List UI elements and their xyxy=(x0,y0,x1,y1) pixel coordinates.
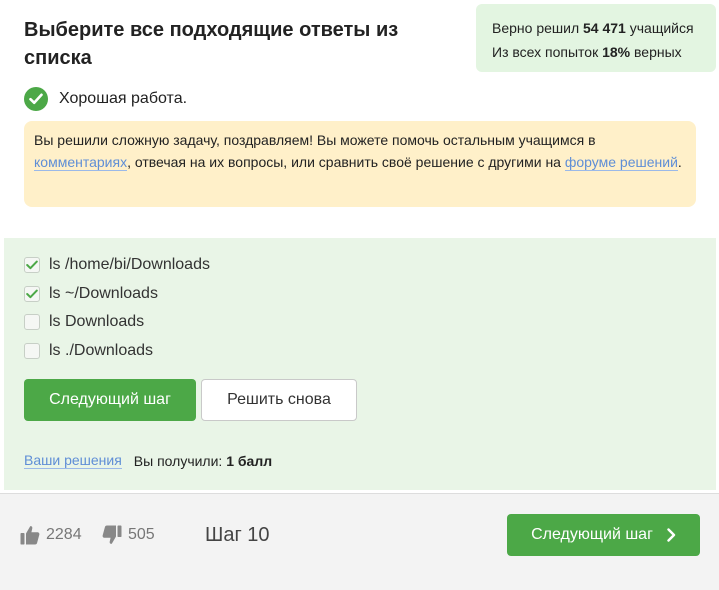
notice-text-1: Вы решили сложную задачу, поздравляем! В… xyxy=(34,132,596,148)
answer-option[interactable]: ls ./Downloads xyxy=(24,341,153,361)
stats-percent-prefix: Из всех попыток xyxy=(492,44,599,60)
your-solutions-link[interactable]: Ваши решения xyxy=(24,452,122,469)
option-label: ls Downloads xyxy=(49,313,145,330)
score-prefix: Вы получили: xyxy=(133,452,223,469)
thumbs-up-icon xyxy=(20,526,40,545)
thumbs-down-icon xyxy=(102,525,122,544)
likes-count: 2284 xyxy=(46,526,82,543)
checkmark-icon xyxy=(26,289,38,299)
step-footer: 2284 505 Шаг 10 Следующий шаг xyxy=(0,493,719,590)
solutions-row: Ваши решения Вы получили: 1 балл xyxy=(24,452,272,469)
option-label: ls ~/Downloads xyxy=(49,285,158,302)
stats-solved-count: 54 471 xyxy=(583,20,626,36)
footer-next-step-label: Следующий шаг xyxy=(531,526,653,543)
dislike-button[interactable]: 505 xyxy=(102,525,155,545)
stats-solved-prefix: Верно решил xyxy=(492,20,580,36)
answers-panel: ls /home/bi/Downloads ls ~/Downloads ls … xyxy=(4,238,716,490)
score-info: Вы получили: 1 балл xyxy=(134,453,272,469)
notice-text-3: . xyxy=(677,154,682,170)
result-message: Хорошая работа. xyxy=(24,86,187,112)
stats-percent-line: Из всех попыток 18% верных xyxy=(492,40,716,64)
option-checkbox[interactable] xyxy=(24,314,40,330)
option-checkbox[interactable] xyxy=(24,286,40,302)
option-checkbox[interactable] xyxy=(24,257,40,273)
retry-button[interactable]: Решить снова xyxy=(201,379,357,421)
chevron-right-icon xyxy=(667,528,676,542)
forum-link[interactable]: форуме решений xyxy=(564,154,678,171)
checkmark-icon xyxy=(26,260,38,270)
stats-panel: Верно решил 54 471 учащийся Из всех попы… xyxy=(476,4,716,72)
stats-solved-line: Верно решил 54 471 учащийся xyxy=(492,16,716,40)
check-circle-icon xyxy=(24,87,48,111)
next-step-button[interactable]: Следующий шаг xyxy=(24,379,196,421)
page-title: Выберите все подходящие ответы из списка xyxy=(24,19,399,69)
like-button[interactable]: 2284 xyxy=(20,525,82,545)
option-label: ls ./Downloads xyxy=(49,342,154,359)
footer-next-step-button[interactable]: Следующий шаг xyxy=(507,514,700,556)
option-checkbox[interactable] xyxy=(24,343,40,359)
answer-option[interactable]: ls Downloads xyxy=(24,312,144,332)
comments-link[interactable]: комментариях xyxy=(34,154,128,171)
notice-text-2: , отвечая на их вопросы, или сравнить св… xyxy=(127,154,565,170)
result-text: Хорошая работа. xyxy=(59,90,188,107)
stats-percent-suffix: верных xyxy=(634,44,682,60)
option-label: ls /home/bi/Downloads xyxy=(49,256,210,273)
stats-percent-value: 18% xyxy=(602,44,631,60)
success-notice: Вы решили сложную задачу, поздравляем! В… xyxy=(24,121,696,207)
step-number: Шаг 10 xyxy=(205,524,270,546)
dislikes-count: 505 xyxy=(128,526,155,543)
answer-option[interactable]: ls ~/Downloads xyxy=(24,284,158,304)
answer-option[interactable]: ls /home/bi/Downloads xyxy=(24,255,210,275)
stats-solved-suffix: учащийся xyxy=(629,20,694,36)
score-value: 1 балл xyxy=(226,452,273,469)
